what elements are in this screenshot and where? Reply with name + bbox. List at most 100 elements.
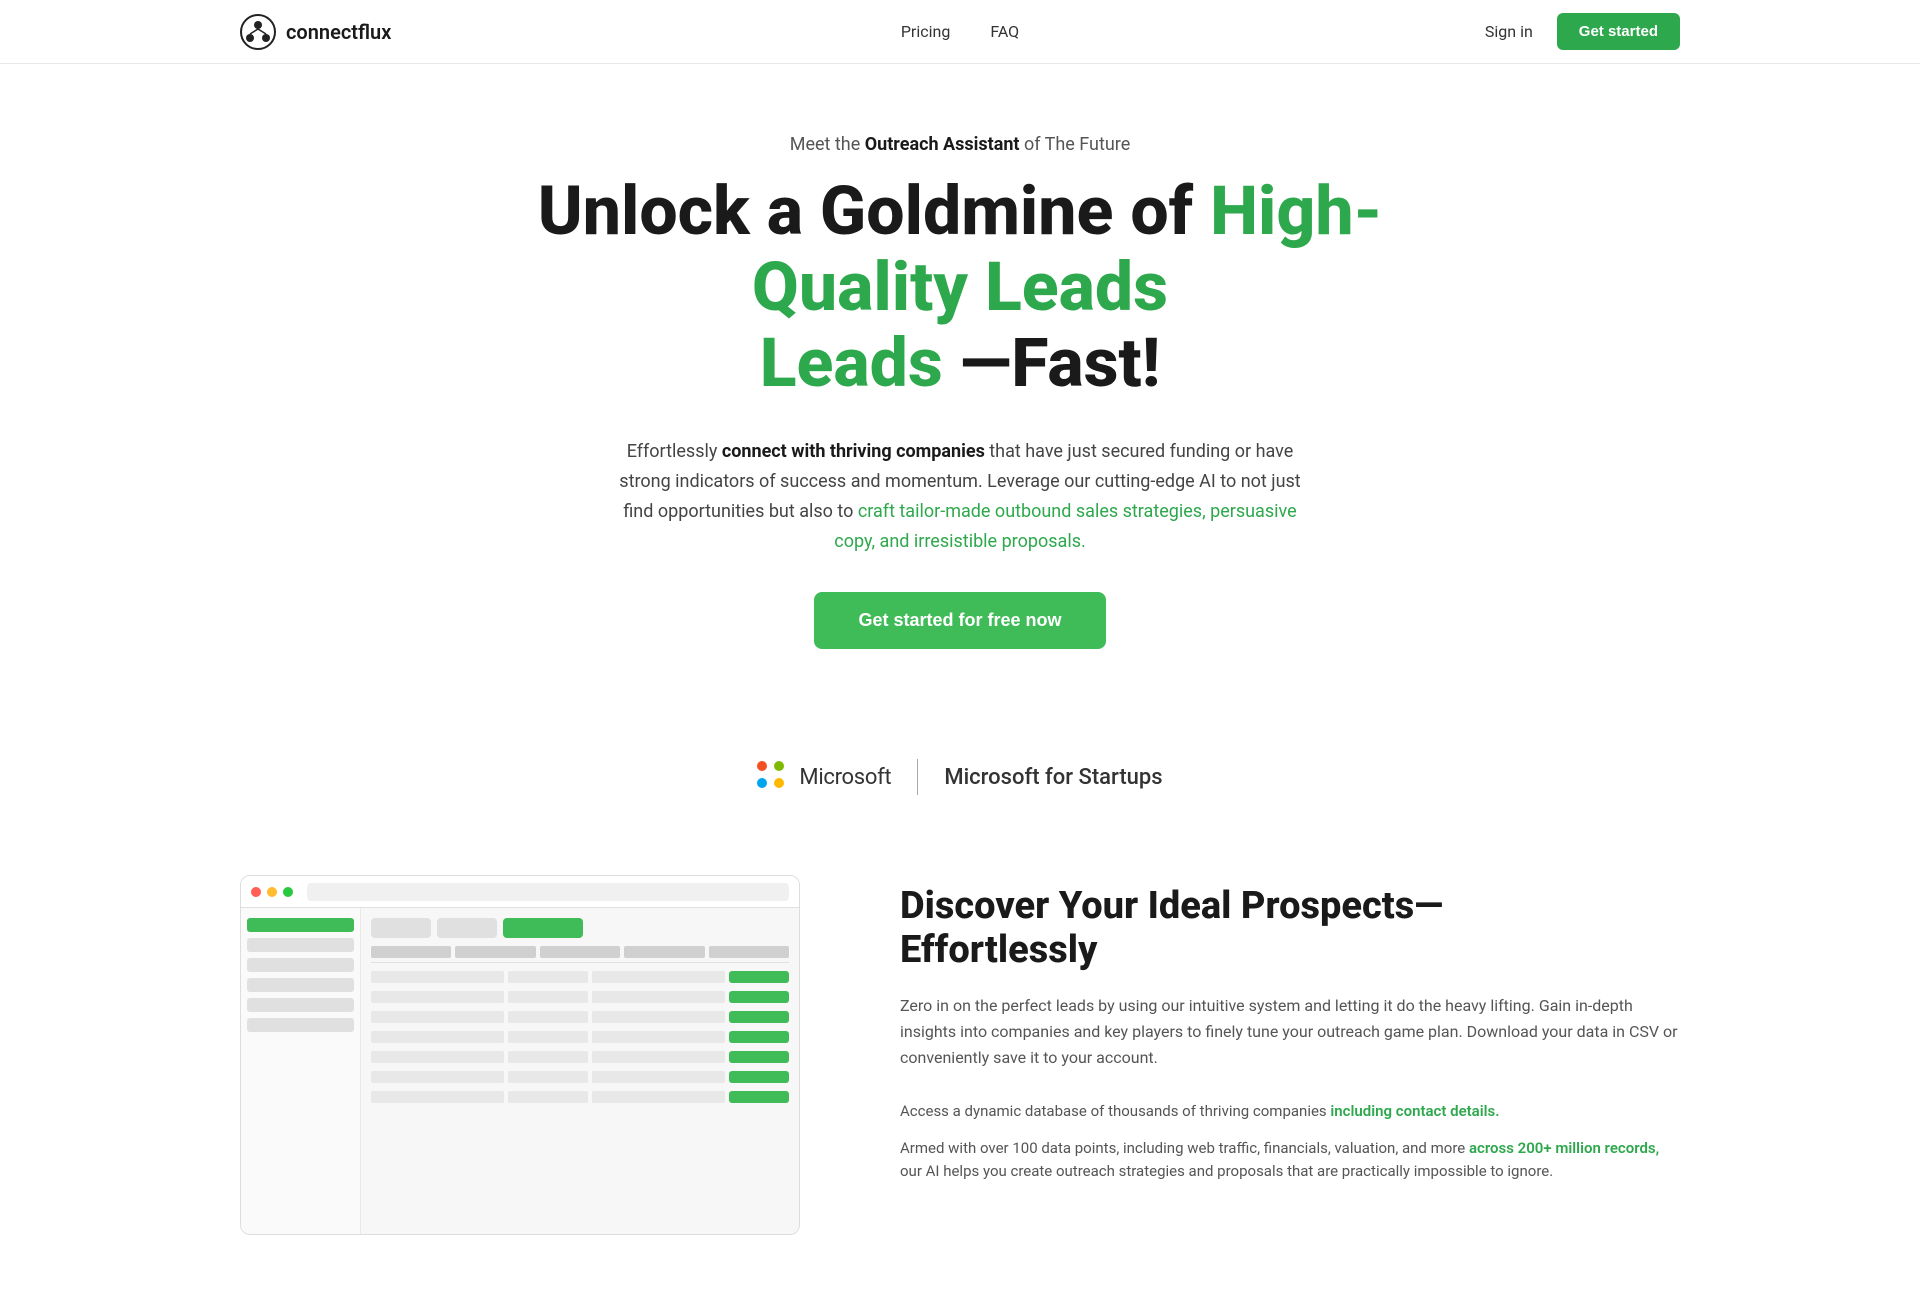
discover-title-line2: Effortlessly: [900, 928, 1097, 972]
td-2: [508, 971, 588, 983]
td-2b: [508, 991, 588, 1003]
sign-in-link[interactable]: Sign in: [1485, 22, 1533, 41]
discover-bullet-2: Armed with over 100 data points, includi…: [900, 1137, 1680, 1184]
td-1f: [371, 1071, 504, 1083]
microsoft-tagline: Microsoft for Startups: [944, 765, 1162, 790]
bullet-1-prefix: Access a dynamic database of thousands o…: [900, 1102, 1330, 1120]
navbar: connectflux Pricing FAQ Sign in Get star…: [0, 0, 1920, 64]
table-row: [371, 971, 789, 983]
dashboard-toolbar: [371, 918, 789, 938]
sidebar-item-active: [247, 918, 354, 932]
td-cta-4: [729, 1031, 789, 1043]
td-3: [592, 971, 725, 983]
expand-dot: [283, 887, 293, 897]
bullet-2-link: across 200+ million records,: [1469, 1139, 1659, 1157]
dashboard-topbar: [241, 876, 799, 908]
hero-eyebrow: Meet the Outreach Assistant of The Futur…: [790, 134, 1131, 155]
td-3g: [592, 1091, 725, 1103]
microsoft-grid-icon: [757, 761, 789, 793]
hero-headline: Unlock a Goldmine of High-Quality LeadsL…: [510, 173, 1410, 401]
url-bar: [307, 883, 789, 901]
microsoft-logo: Microsoft: [757, 761, 891, 793]
get-started-nav-button[interactable]: Get started: [1557, 13, 1680, 50]
td-cta-6: [729, 1071, 789, 1083]
sidebar-item-5: [247, 1018, 354, 1032]
table-header: [371, 946, 789, 963]
sidebar-item-4: [247, 998, 354, 1012]
dashboard-main: [361, 908, 799, 1234]
microsoft-name: Microsoft: [799, 765, 891, 790]
td-3c: [592, 1011, 725, 1023]
td-cta-5: [729, 1051, 789, 1063]
td-3d: [592, 1031, 725, 1043]
hero-subtext-bold: connect with thriving companies: [722, 441, 985, 462]
td-2d: [508, 1031, 588, 1043]
microsoft-badge: Microsoft Microsoft for Startups: [0, 759, 1920, 795]
microsoft-separator: [917, 759, 918, 795]
discover-title-line1: Discover Your Ideal Prospects—: [900, 884, 1443, 928]
hero-subtext-prefix: Effortlessly: [627, 441, 722, 462]
td-3b: [592, 991, 725, 1003]
hero-eyebrow-bold: Outreach Assistant: [865, 134, 1020, 155]
th-4: [624, 946, 704, 958]
sidebar-item-3: [247, 978, 354, 992]
table-row: [371, 1011, 789, 1023]
td-2f: [508, 1071, 588, 1083]
dashboard-sidebar: [241, 908, 361, 1234]
td-2c: [508, 1011, 588, 1023]
discover-bullet-1: Access a dynamic database of thousands o…: [900, 1100, 1680, 1123]
hero-cta-button[interactable]: Get started for free now: [814, 592, 1105, 649]
td-1e: [371, 1051, 504, 1063]
nav-pricing[interactable]: Pricing: [901, 22, 951, 41]
discover-title: Discover Your Ideal Prospects— Effortles…: [900, 885, 1680, 972]
logo[interactable]: connectflux: [240, 14, 391, 50]
th-1: [371, 946, 451, 958]
toolbar-btn-1: [371, 918, 431, 938]
table-row: [371, 1091, 789, 1103]
td-1b: [371, 991, 504, 1003]
close-dot: [251, 887, 261, 897]
th-3: [540, 946, 620, 958]
td-1d: [371, 1031, 504, 1043]
hero-headline-part1: Unlock a Goldmine of: [538, 171, 1210, 251]
hero-eyebrow-suffix: of The Future: [1020, 134, 1131, 155]
discover-section: Discover Your Ideal Prospects— Effortles…: [0, 795, 1920, 1315]
td-1g: [371, 1091, 504, 1103]
nav-faq[interactable]: FAQ: [990, 22, 1019, 41]
table-row: [371, 991, 789, 1003]
td-1: [371, 971, 504, 983]
fake-dashboard: [241, 876, 799, 1234]
discover-bullets: Access a dynamic database of thousands o…: [900, 1100, 1680, 1184]
td-2g: [508, 1091, 588, 1103]
sidebar-item-2: [247, 958, 354, 972]
td-cta-2: [729, 991, 789, 1003]
brand-name: connectflux: [286, 20, 391, 44]
td-3f: [592, 1071, 725, 1083]
hero-headline-green2: Leads: [760, 323, 943, 403]
discover-description: Zero in on the perfect leads by using ou…: [900, 993, 1680, 1072]
td-cta-3: [729, 1011, 789, 1023]
td-3e: [592, 1051, 725, 1063]
logo-icon: [240, 14, 276, 50]
table-row: [371, 1051, 789, 1063]
td-cta-1: [729, 971, 789, 983]
hero-subtext: Effortlessly connect with thriving compa…: [610, 437, 1310, 556]
nav-links: Pricing FAQ: [901, 22, 1019, 41]
bullet-2-suffix: our AI helps you create outreach strateg…: [900, 1162, 1553, 1180]
table-row: [371, 1071, 789, 1083]
hero-subtext-green: craft tailor-made outbound sales strateg…: [834, 501, 1296, 552]
bullet-1-link: including contact details.: [1330, 1102, 1499, 1120]
th-5: [709, 946, 789, 958]
nav-right: Sign in Get started: [1485, 13, 1680, 50]
hero-eyebrow-prefix: Meet the: [790, 134, 865, 155]
table-row: [371, 1031, 789, 1043]
bullet-2-prefix: Armed with over 100 data points, includi…: [900, 1139, 1469, 1157]
td-2e: [508, 1051, 588, 1063]
dashboard-body: [241, 908, 799, 1234]
dashboard-screenshot: [240, 875, 800, 1235]
sidebar-item-1: [247, 938, 354, 952]
toolbar-btn-green: [503, 918, 583, 938]
discover-content: Discover Your Ideal Prospects— Effortles…: [900, 875, 1680, 1183]
hero-headline-part2: —Fast!: [943, 323, 1160, 403]
td-1c: [371, 1011, 504, 1023]
